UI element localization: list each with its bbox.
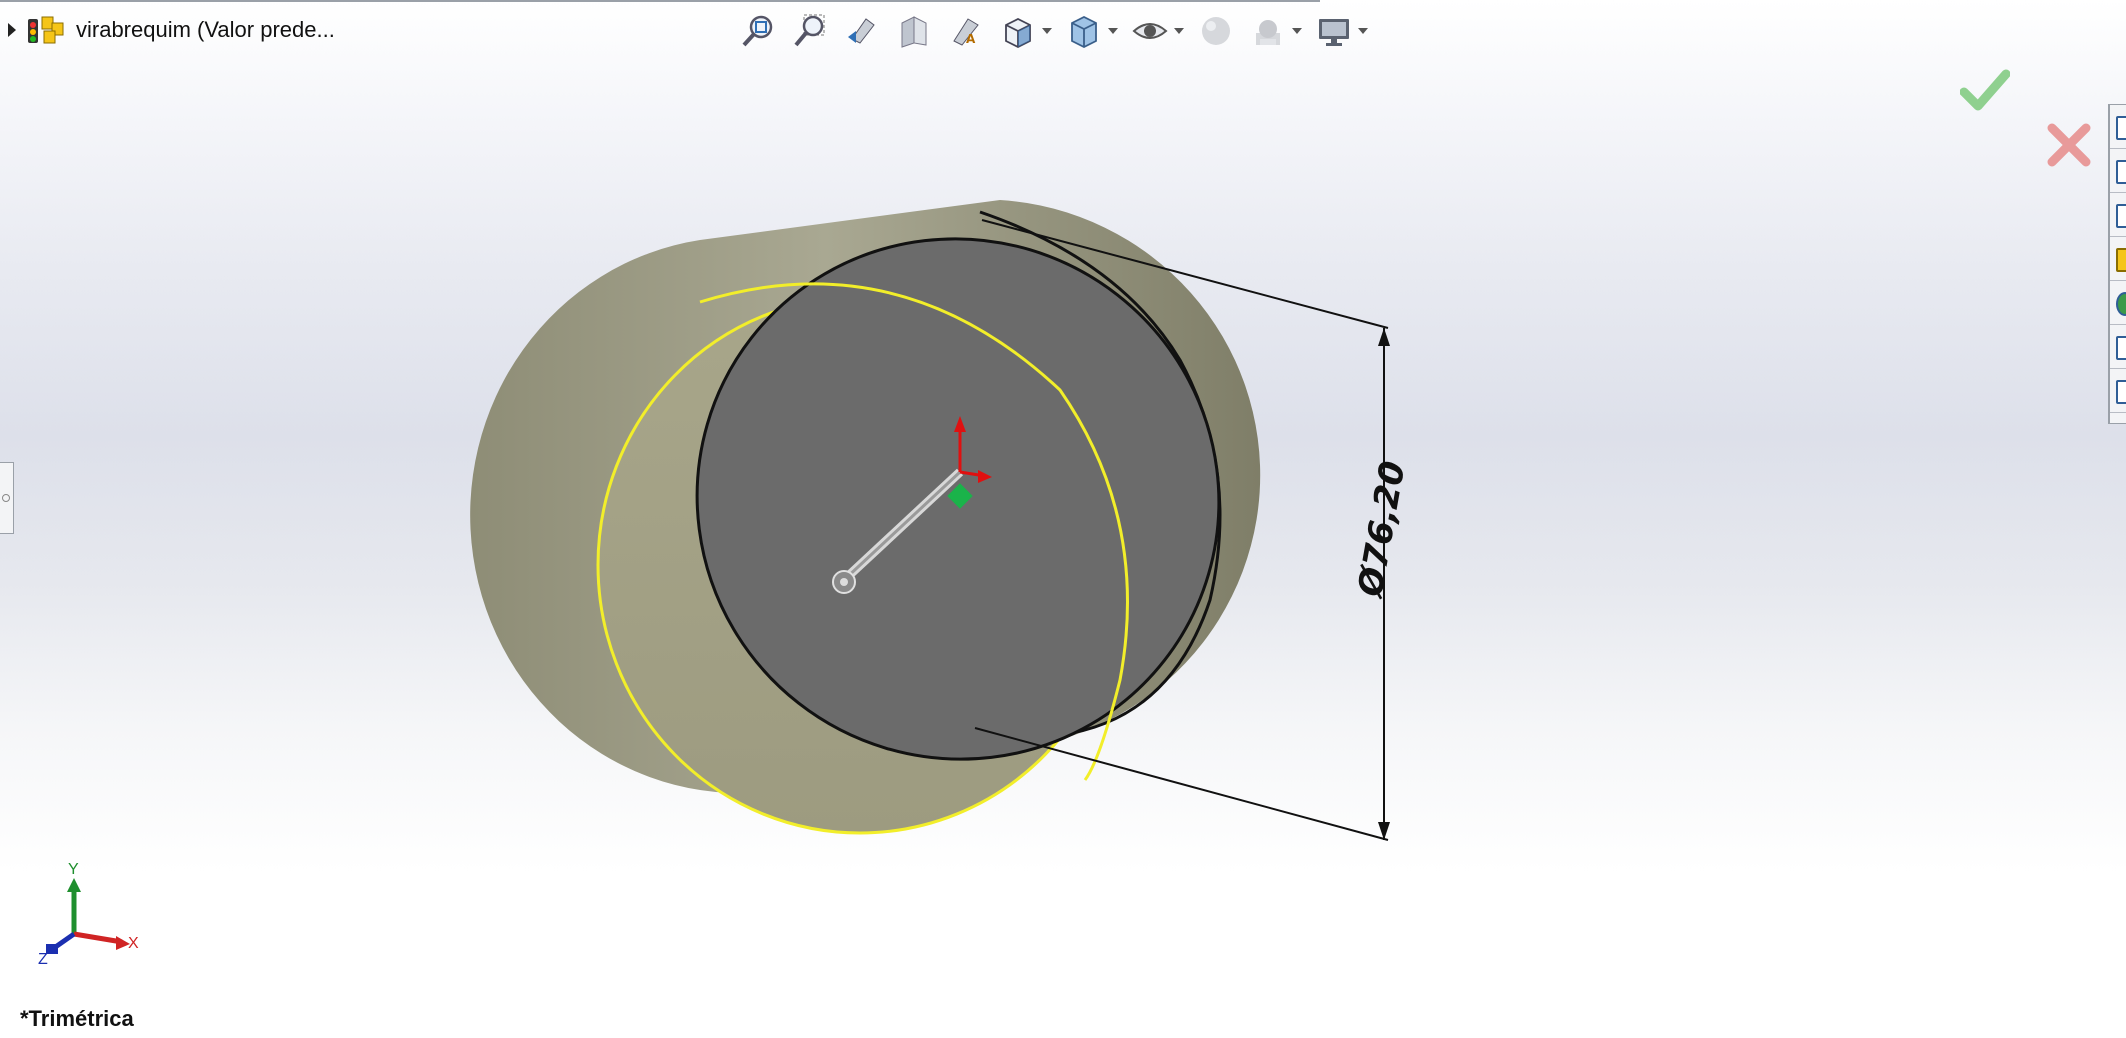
triad-x-label: X (128, 935, 139, 952)
view-orientation-label: *Trimétrica (20, 1006, 134, 1031)
triad-y-label: Y (68, 861, 79, 878)
dimension-label[interactable]: Ø76,20 (1350, 458, 1413, 601)
triad-z-label: Z (38, 951, 48, 968)
reference-triad[interactable]: Y X Z (30, 858, 150, 968)
graphics-area[interactable]: Ø76,20 (0, 0, 2126, 1038)
